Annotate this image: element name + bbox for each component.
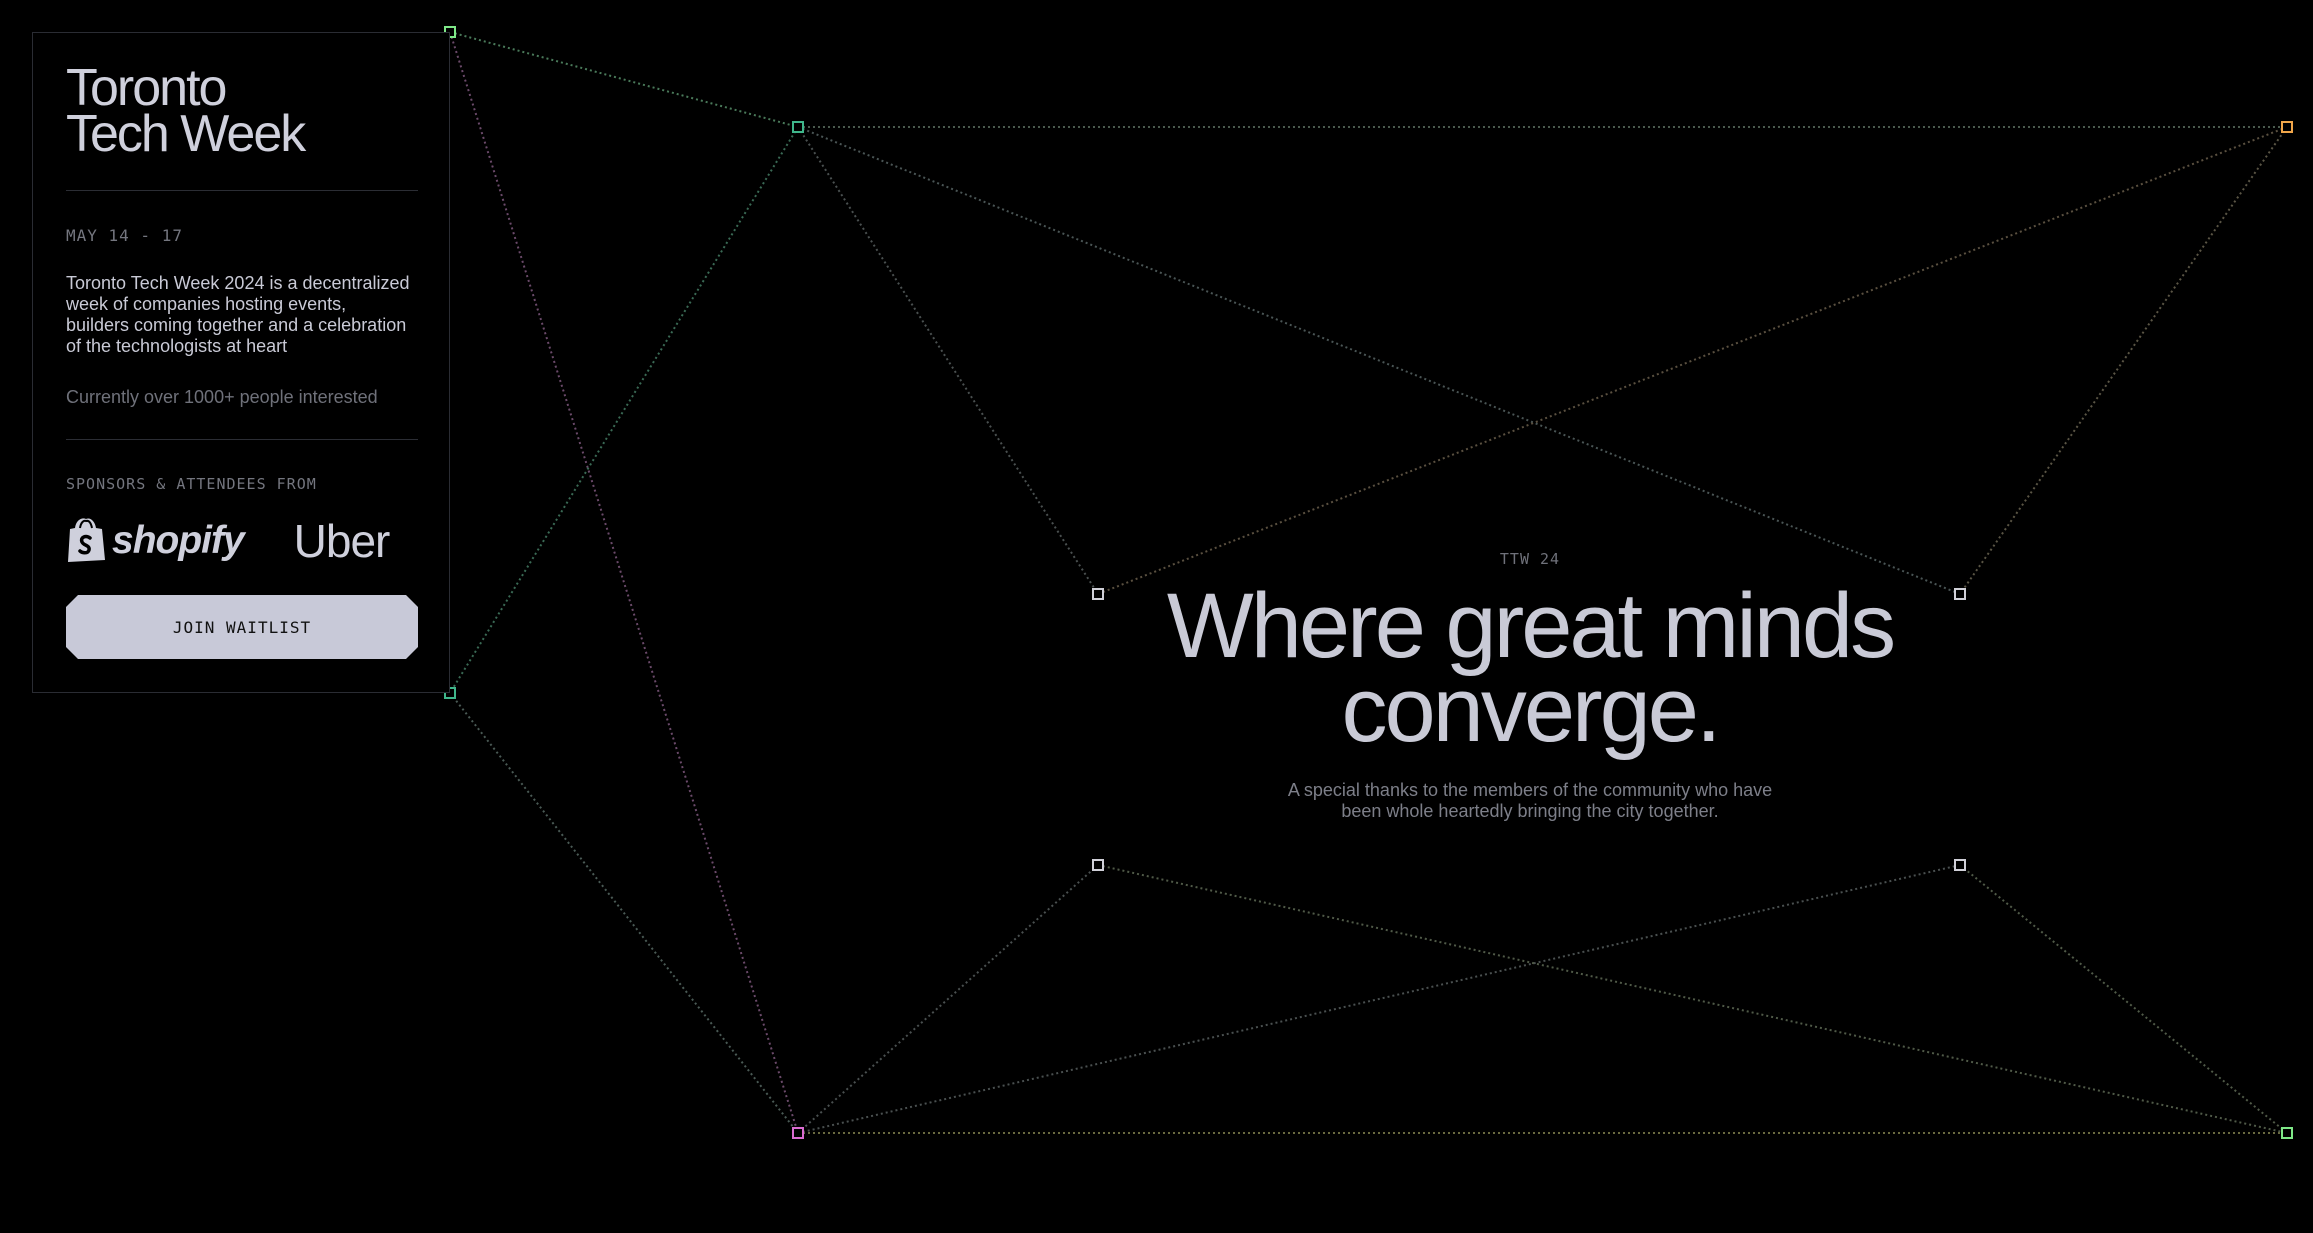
network-node bbox=[1092, 859, 1104, 871]
network-line bbox=[1959, 126, 2288, 595]
interest-count: Currently over 1000+ people interested bbox=[66, 387, 378, 407]
network-line bbox=[449, 31, 799, 1134]
uber-logo: Uber bbox=[293, 515, 391, 567]
network-line bbox=[797, 864, 1961, 1134]
network-line bbox=[449, 31, 799, 128]
event-dates: MAY 14 - 17 bbox=[66, 226, 183, 245]
sponsor-logos: shopify Uber bbox=[66, 513, 418, 569]
network-line bbox=[1097, 126, 2288, 595]
shopify-wordmark: shopify bbox=[112, 519, 245, 562]
network-line bbox=[797, 126, 1099, 595]
info-card-content: Toronto Tech Week MAY 14 - 17 Toronto Te… bbox=[66, 59, 418, 659]
divider bbox=[66, 439, 418, 440]
network-line bbox=[1959, 864, 2288, 1134]
brand-title: Toronto Tech Week bbox=[66, 59, 306, 163]
hero-subtitle: A special thanks to the members of the c… bbox=[1287, 780, 1773, 821]
network-line bbox=[449, 692, 799, 1134]
network-line bbox=[1097, 864, 2288, 1134]
join-waitlist-button[interactable]: JOIN WAITLIST bbox=[66, 595, 418, 659]
network-node bbox=[792, 1127, 804, 1139]
shopify-bag-icon bbox=[66, 516, 106, 567]
network-line bbox=[797, 864, 1099, 1134]
network-node bbox=[792, 121, 804, 133]
sponsors-label: SPONSORS & ATTENDEES FROM bbox=[66, 475, 317, 493]
shopify-logo: shopify bbox=[66, 516, 245, 567]
network-node bbox=[2281, 1127, 2293, 1139]
network-node bbox=[2281, 121, 2293, 133]
network-line bbox=[797, 126, 1961, 595]
hero-tag: TTW 24 bbox=[1499, 550, 1561, 568]
network-line bbox=[449, 126, 799, 694]
info-card: Toronto Tech Week MAY 14 - 17 Toronto Te… bbox=[32, 32, 450, 693]
event-description: Toronto Tech Week 2024 is a decentralize… bbox=[66, 273, 410, 356]
divider bbox=[66, 190, 418, 191]
network-node bbox=[1954, 859, 1966, 871]
hero-section: TTW 24 Where great minds converge. A spe… bbox=[1054, 550, 2006, 822]
hero-title: Where great minds converge. bbox=[1166, 575, 1896, 761]
